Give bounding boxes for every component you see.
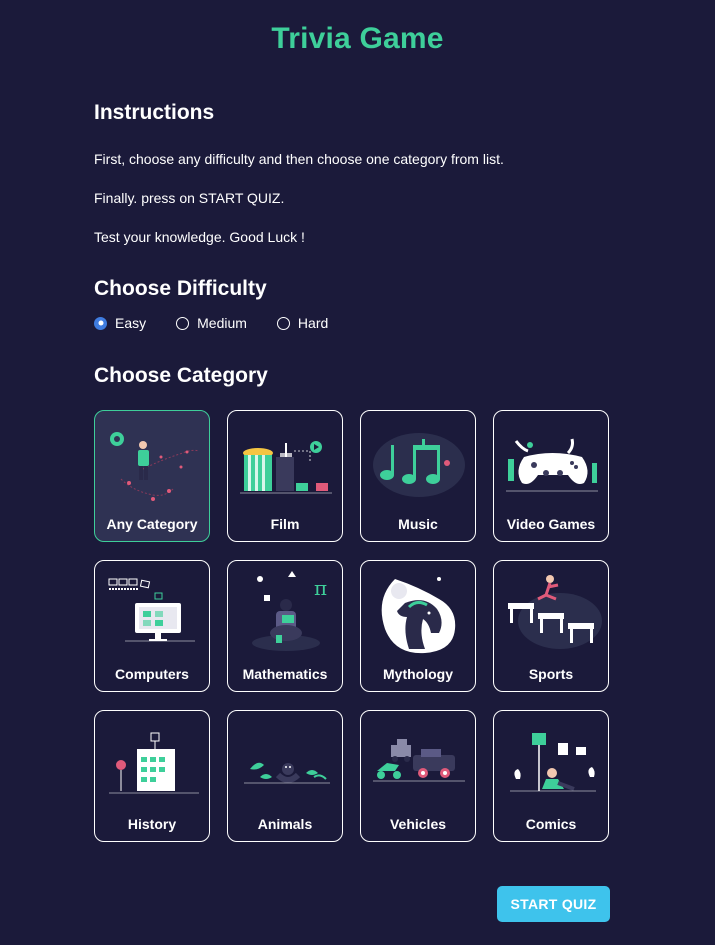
difficulty-label-easy: Easy	[115, 315, 147, 331]
category-heading: Choose Category	[94, 364, 268, 387]
category-label: Animals	[257, 816, 313, 832]
category-label: Any Category	[106, 516, 198, 532]
category-card-vehicles[interactable]: Vehicles	[360, 710, 476, 842]
category-card-comics[interactable]: Comics	[493, 710, 609, 842]
astronaut-icon	[110, 432, 200, 501]
instruction-line-1: First, choose any difficulty and then ch…	[94, 151, 504, 167]
category-label: Mythology	[383, 666, 453, 682]
category-label: Film	[270, 516, 300, 532]
start-quiz-button[interactable]: START QUIZ	[497, 886, 610, 922]
difficulty-option-easy[interactable]: Easy	[94, 315, 146, 331]
vehicles-icon	[373, 739, 465, 782]
category-card-history[interactable]: History	[94, 710, 210, 842]
category-label: Sports	[528, 666, 574, 682]
difficulty-option-medium[interactable]: Medium	[176, 315, 247, 331]
difficulty-option-hard[interactable]: Hard	[276, 315, 329, 331]
instruction-line-3: Test your knowledge. Good Luck !	[94, 229, 305, 245]
category-label: History	[127, 816, 177, 832]
category-card-video-games[interactable]: Video Games	[493, 410, 609, 542]
radio-checked-icon[interactable]	[94, 316, 107, 330]
svg-text:π: π	[314, 576, 327, 600]
category-card-mythology[interactable]: Mythology	[360, 560, 476, 692]
radio-unchecked-icon[interactable]	[176, 316, 190, 330]
pi-reader-icon: π	[252, 571, 327, 651]
category-label: Video Games	[506, 516, 596, 532]
category-grid: Any Category Film Music Video Games Comp…	[94, 410, 609, 842]
category-card-mathematics[interactable]: π Mathematics	[227, 560, 343, 692]
category-card-film[interactable]: Film	[227, 410, 343, 542]
game-controller-icon	[506, 438, 598, 492]
animal-icon	[244, 762, 330, 784]
category-card-music[interactable]: Music	[360, 410, 476, 542]
radio-unchecked-icon[interactable]	[276, 316, 290, 330]
difficulty-heading: Choose Difficulty	[94, 277, 267, 300]
page-title: Trivia Game	[271, 22, 444, 55]
computer-icon	[108, 578, 195, 642]
category-label: Mathematics	[242, 666, 328, 682]
category-label: Comics	[525, 816, 577, 832]
comics-lamp-icon	[510, 733, 596, 792]
music-notes-icon	[373, 433, 465, 497]
category-card-sports[interactable]: Sports	[493, 560, 609, 692]
hurdles-icon	[508, 575, 602, 649]
instruction-line-2: Finally. press on START QUIZ.	[94, 190, 285, 206]
difficulty-label-hard: Hard	[297, 315, 329, 331]
difficulty-radio-group: Easy Medium Hard	[94, 315, 358, 331]
category-card-computers[interactable]: Computers	[94, 560, 210, 692]
difficulty-label-medium: Medium	[197, 315, 247, 331]
building-icon	[109, 732, 199, 794]
horse-head-icon	[381, 577, 456, 654]
category-card-animals[interactable]: Animals	[227, 710, 343, 842]
category-card-any[interactable]: Any Category	[94, 410, 210, 542]
popcorn-icon	[240, 441, 332, 494]
category-label: Computers	[115, 666, 189, 682]
category-label: Music	[398, 516, 438, 532]
category-label: Vehicles	[389, 816, 447, 832]
instructions-heading: Instructions	[94, 101, 215, 124]
